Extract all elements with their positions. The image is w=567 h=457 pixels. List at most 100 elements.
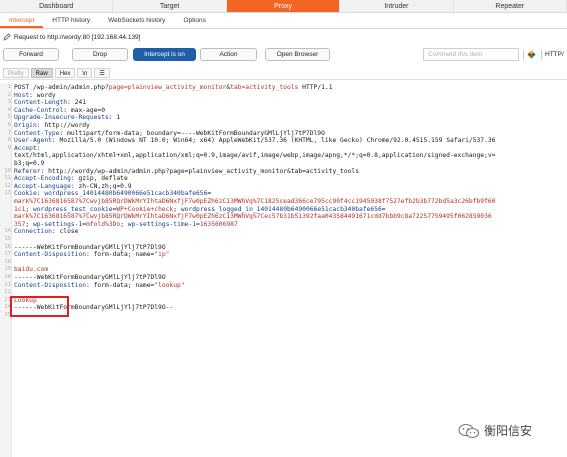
code-token: page=plainview_activity_monitor: [108, 84, 227, 91]
code-token: =: [207, 190, 212, 198]
line-number: 18: [4, 258, 11, 265]
line-number: 8: [7, 137, 11, 144]
code-token: 357: [14, 220, 26, 228]
code-token: : wordy: [29, 91, 56, 99]
code-token: "ip": [154, 251, 170, 259]
editor-line: Referer: http://wordy/wp-admin/admin.php…: [14, 168, 359, 176]
top-tab-intruder[interactable]: Intruder: [340, 0, 454, 12]
forward-button[interactable]: Forward: [3, 48, 59, 61]
newline-toggle[interactable]: \n: [77, 68, 93, 78]
editor-line: Accept-Encoding: gzip, deflate: [14, 175, 128, 183]
comment-field[interactable]: Comment this item: [423, 48, 519, 61]
code-token: 1635606987: [199, 220, 238, 228]
editor-line: Connection: close: [14, 228, 78, 236]
code-token: Referer: [14, 167, 41, 175]
code-token: wordpress_14014480b6490066e51cacb340bafe…: [44, 190, 208, 198]
top-tab-dashboard[interactable]: Dashboard: [0, 0, 114, 12]
intercept-toggle-button[interactable]: Intercept is on: [133, 48, 196, 61]
code-token: Content-Disposition: [14, 251, 87, 259]
tab-hex[interactable]: Hex: [54, 68, 76, 78]
code-token: Host: [14, 91, 30, 99]
code-token: HTTP/1.1: [298, 84, 333, 91]
editor-line: Content-Type: multipart/form-data; bound…: [14, 130, 325, 138]
code-token: : gzip, deflate: [70, 175, 128, 183]
code-token: POST /wp-admin/admin.php?: [14, 84, 109, 91]
code-token: Upgrade-Insecure-Requests: [14, 114, 109, 122]
tab-raw[interactable]: Raw: [30, 68, 53, 78]
sub-tab-websockets-history[interactable]: WebSockets history: [99, 14, 174, 28]
code-token: Accept-Encoding: [14, 175, 71, 183]
editor-line: baidu.com: [14, 266, 48, 274]
editor-line: ------WebKitFormBoundaryGMlLjYlj7tP7Dl9O: [14, 244, 166, 252]
code-token: Accept-Language: [14, 182, 71, 190]
editor-line: User-Agent: Mozilla/5.0 (Windows NT 10.0…: [14, 137, 495, 145]
toolbar-divider: [541, 50, 542, 60]
line-number: 13: [4, 190, 11, 197]
code-token: : 241: [67, 99, 87, 107]
line-number: 15: [4, 236, 11, 242]
code-token: WP+Cookie+check: [116, 205, 174, 213]
editor-line: Origin: http://wordy: [14, 122, 90, 130]
code-token: : multipart/form-data; boundary=----WebK…: [59, 129, 325, 137]
code-token: Content-Type: [14, 129, 60, 137]
sub-tab-intercept[interactable]: Intercept: [0, 14, 44, 28]
editor-line: Upgrade-Insecure-Requests: 1: [14, 114, 120, 122]
code-token: text/html,application/xhtml+xml,applicat…: [14, 152, 496, 160]
editor-line: mark%7C1636816587%7Cwvjb85RQrDWkMrYIhtaD…: [14, 213, 492, 221]
code-token: Connection: [14, 228, 52, 236]
line-number: 21: [4, 281, 11, 288]
code-token: ;: [25, 220, 33, 228]
line-number: 2: [7, 91, 11, 98]
editor-line: Host: wordy: [14, 92, 56, 100]
sub-tab-options[interactable]: Options: [174, 14, 214, 28]
code-token: ;: [173, 205, 181, 213]
drop-button[interactable]: Drop: [72, 48, 128, 61]
code-token: Content-Length: [14, 99, 68, 107]
sub-tab-http-history[interactable]: HTTP history: [43, 14, 99, 28]
code-token: Cookie: [14, 190, 37, 198]
request-editor[interactable]: 1 POST /wp-admin/admin.php?page=plainview…: [0, 83, 567, 457]
code-token: wordpress_logged_in_14014480b6490066e51c…: [180, 205, 382, 213]
code-token: wordpress_test_cookie: [32, 205, 113, 213]
top-tab-repeater[interactable]: Repeater: [454, 0, 567, 12]
open-browser-button[interactable]: Open Browser: [265, 48, 330, 61]
intercept-toolbar: Forward Drop Intercept is on Action Open…: [3, 48, 567, 62]
proxy-sub-nav: Intercept HTTP history WebSockets history O…: [0, 14, 215, 28]
line-number: 12: [4, 182, 11, 189]
code-token: : form-data; name=: [86, 251, 155, 259]
line-number: 14: [4, 228, 11, 235]
code-token: : form-data; name=: [86, 281, 155, 289]
action-button[interactable]: Action: [200, 48, 257, 61]
request-info-bar: Request to http://wordy:80 [192.168.44.1…: [3, 33, 140, 41]
line-number: 17: [4, 251, 11, 258]
toolbar-divider: [523, 50, 524, 60]
editor-line: text/html,application/xhtml+xml,applicat…: [14, 152, 495, 160]
highlight-icon[interactable]: [527, 50, 536, 59]
editor-divider: [0, 79, 567, 80]
line-number: 16: [4, 243, 11, 250]
code-token: : max-age=0: [63, 106, 105, 114]
request-info-text: Request to http://wordy:80 [192.168.44.1…: [14, 33, 141, 41]
code-token: baidu.com: [14, 266, 49, 274]
sub-nav-divider: [0, 28, 567, 29]
code-token: User-Agent: [14, 137, 52, 145]
menu-icon[interactable]: ☰: [94, 68, 110, 78]
code-token: : zh-CN,zh;q=0.9: [70, 182, 132, 190]
code-token: mark%7C1636816587%7Cwvjb85RQrDWkMrYIhtaD…: [14, 198, 496, 205]
editor-line: b3;q=0.9: [14, 160, 44, 168]
code-token: ------WebKitFormBoundaryGMlLjYlj7tP7Dl9O: [14, 243, 166, 251]
editor-line: Accept-Language: zh-CN,zh;q=0.9: [14, 183, 132, 191]
top-tab-target[interactable]: Target: [113, 0, 227, 12]
editor-line: Content-Length: 241: [14, 99, 86, 107]
editor-line: 1c1; wordpress_test_cookie = WP+Cookie+che…: [14, 206, 386, 214]
tab-pretty[interactable]: Pretty: [3, 68, 29, 78]
message-view-tabs: Pretty Raw Hex \n ☰: [3, 68, 110, 78]
code-token: mark%7C1636816587%7Cwvjb85RQrDWkMrYIhtaD…: [14, 213, 492, 221]
editor-line: Content-Disposition: form-data; name="lo…: [14, 282, 185, 290]
code-token: ;: [120, 220, 128, 228]
line-number: 20: [4, 274, 11, 280]
code-token: 1c1: [14, 205, 26, 213]
top-tab-proxy[interactable]: Proxy: [226, 0, 341, 12]
line-number: 4: [7, 106, 11, 113]
code-token: =: [381, 205, 386, 213]
